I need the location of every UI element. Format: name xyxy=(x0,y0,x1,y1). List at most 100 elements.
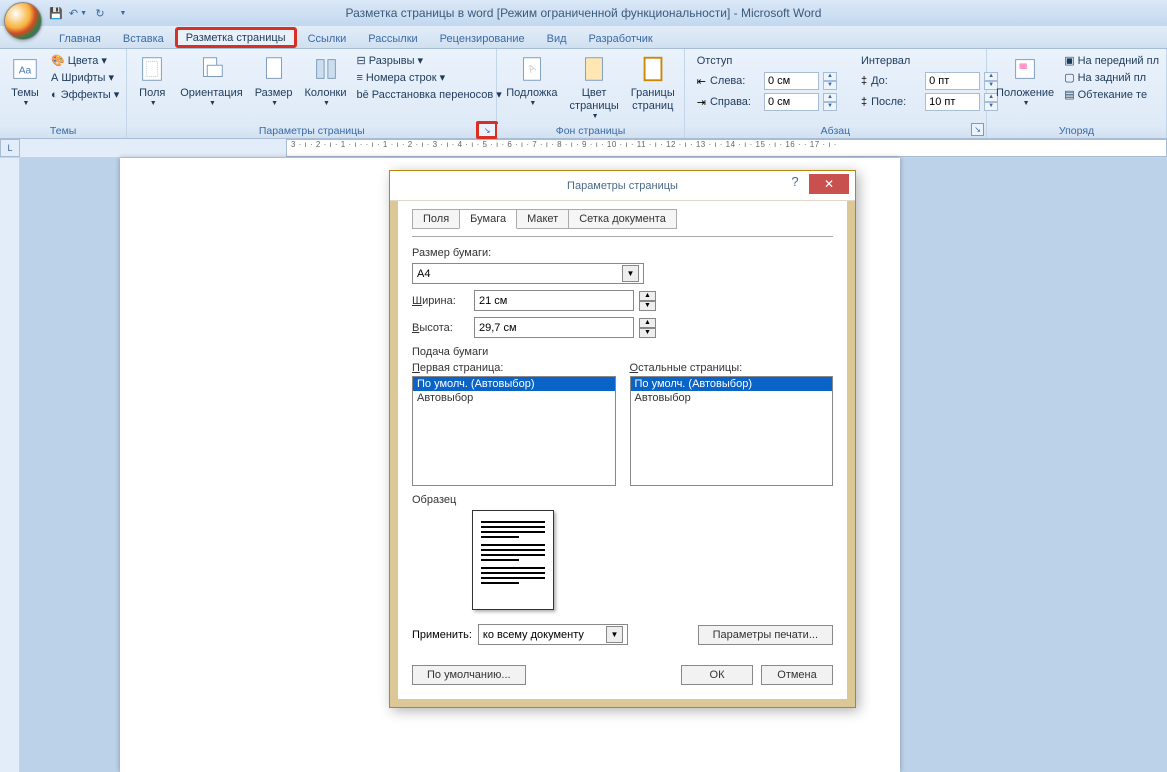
paragraph-launcher[interactable]: ↘ xyxy=(971,123,984,136)
wrap-icon: ▤ xyxy=(1064,88,1074,101)
tab-insert[interactable]: Вставка xyxy=(112,28,175,48)
theme-colors[interactable]: 🎨Цвета ▾ xyxy=(48,53,122,68)
dropdown-icon[interactable]: ▼ xyxy=(606,626,623,643)
group-paragraph: Отступ ⇤ Слева: ▲▼ ⇥ Справа: ▲▼ Интервал xyxy=(685,49,987,138)
undo-icon[interactable]: ↶▼ xyxy=(70,5,86,21)
dialog-close-button[interactable]: ✕ xyxy=(809,174,849,194)
print-options-button[interactable]: Параметры печати... xyxy=(698,625,833,645)
indent-left-icon: ⇤ xyxy=(697,75,706,88)
tab-references[interactable]: Ссылки xyxy=(297,28,358,48)
qat-dropdown-icon[interactable]: ▼ xyxy=(114,5,130,21)
tab-home[interactable]: Главная xyxy=(48,28,112,48)
tab-mailings[interactable]: Рассылки xyxy=(357,28,428,48)
first-page-listbox[interactable]: По умолч. (Автовыбор) Автовыбор xyxy=(412,376,616,486)
default-button[interactable]: По умолчанию... xyxy=(412,665,526,685)
tab-page-layout[interactable]: Разметка страницы xyxy=(175,27,297,48)
list-item[interactable]: По умолч. (Автовыбор) xyxy=(413,377,615,391)
page-borders-button[interactable]: Границы страниц xyxy=(626,51,680,115)
horizontal-ruler[interactable]: 3 · ı · 2 · ı · 1 · ı · · ı · 1 · ı · 2 … xyxy=(286,139,1167,157)
dialog-help-button[interactable]: ? xyxy=(783,174,807,194)
line-numbers-button[interactable]: ≡Номера строк ▾ xyxy=(354,70,505,85)
vertical-ruler[interactable] xyxy=(0,158,20,772)
colors-icon: 🎨 xyxy=(51,54,65,67)
dialog-tab-layout[interactable]: Макет xyxy=(516,209,569,229)
spacing-header: Интервал xyxy=(861,55,998,67)
indent-right-icon: ⇥ xyxy=(697,96,706,109)
cancel-button[interactable]: Отмена xyxy=(761,665,833,685)
dialog-tabs: Поля Бумага Макет Сетка документа xyxy=(412,209,833,229)
page-setup-launcher[interactable]: ↘ xyxy=(476,121,498,139)
height-input[interactable] xyxy=(474,317,634,338)
spin-up[interactable]: ▲ xyxy=(823,72,837,81)
orientation-icon xyxy=(195,53,227,85)
quick-access-toolbar: 💾 ↶▼ ↻ ▼ xyxy=(48,5,130,21)
orientation-button[interactable]: Ориентация▼ xyxy=(175,51,247,111)
spin-up[interactable]: ▲ xyxy=(639,291,656,301)
ok-button[interactable]: ОК xyxy=(681,665,753,685)
office-button[interactable] xyxy=(4,2,42,40)
paper-size-select[interactable]: A4 ▼ xyxy=(412,263,644,284)
tab-developer[interactable]: Разработчик xyxy=(578,28,664,48)
columns-button[interactable]: Колонки▼ xyxy=(300,51,352,111)
other-pages-listbox[interactable]: По умолч. (Автовыбор) Автовыбор xyxy=(630,376,834,486)
ribbon: Aa Темы▼ 🎨Цвета ▾ AШрифты ▾ ◐Эффекты ▾ Т… xyxy=(0,49,1167,139)
redo-icon[interactable]: ↻ xyxy=(92,5,108,21)
breaks-button[interactable]: ⊟Разрывы ▾ xyxy=(354,53,505,68)
title-bar: 💾 ↶▼ ↻ ▼ Разметка страницы в word [Режим… xyxy=(0,0,1167,26)
dialog-tab-grid[interactable]: Сетка документа xyxy=(568,209,677,229)
group-label-page-bg: Фон страницы xyxy=(497,124,683,138)
spin-down[interactable]: ▼ xyxy=(639,328,656,338)
dialog-tab-fields[interactable]: Поля xyxy=(412,209,460,229)
columns-icon xyxy=(310,53,342,85)
indent-left-input[interactable] xyxy=(764,72,819,90)
apply-label: Применить: xyxy=(412,629,472,641)
watermark-button[interactable]: AПодложка▼ xyxy=(501,51,562,111)
send-back[interactable]: ▢На задний пл xyxy=(1061,70,1162,85)
width-input[interactable] xyxy=(474,290,634,311)
indent-left: ⇤ Слева: ▲▼ xyxy=(697,72,837,90)
dialog-title-bar[interactable]: Параметры страницы ? ✕ xyxy=(390,171,855,201)
page-borders-icon xyxy=(637,53,669,85)
window-title: Разметка страницы в word [Режим ограниче… xyxy=(346,6,822,20)
spin-down[interactable]: ▼ xyxy=(823,102,837,111)
bring-front[interactable]: ▣На передний пл xyxy=(1061,53,1162,68)
margins-button[interactable]: Поля▼ xyxy=(131,51,173,111)
list-item[interactable]: По умолч. (Автовыбор) xyxy=(631,377,833,391)
dialog-tab-paper[interactable]: Бумага xyxy=(459,209,517,229)
save-icon[interactable]: 💾 xyxy=(48,5,64,21)
paper-feed-label: Подача бумаги xyxy=(412,346,833,358)
page-color-icon xyxy=(578,53,610,85)
indent-right-input[interactable] xyxy=(764,93,819,111)
front-icon: ▣ xyxy=(1064,54,1074,67)
ruler-corner[interactable]: L xyxy=(0,139,20,157)
spin-down[interactable]: ▼ xyxy=(639,301,656,311)
fonts-icon: A xyxy=(51,72,58,84)
theme-effects[interactable]: ◐Эффекты ▾ xyxy=(48,87,122,102)
tab-view[interactable]: Вид xyxy=(536,28,578,48)
spin-down[interactable]: ▼ xyxy=(823,81,837,90)
size-button[interactable]: Размер▼ xyxy=(250,51,298,111)
height-label: Высота: xyxy=(412,322,468,334)
list-item[interactable]: Автовыбор xyxy=(631,391,833,405)
spin-up[interactable]: ▲ xyxy=(639,318,656,328)
hyphenation-button[interactable]: bēРасстановка переносов ▾ xyxy=(354,87,505,102)
themes-icon: Aa xyxy=(9,53,41,85)
apply-to-select[interactable]: ко всему документу ▼ xyxy=(478,624,628,645)
spacing-after-input[interactable] xyxy=(925,93,980,111)
spacing-before-input[interactable] xyxy=(925,72,980,90)
group-label-page-setup: Параметры страницы xyxy=(127,124,496,138)
page-color-button[interactable]: Цвет страницы▼ xyxy=(565,51,624,124)
tab-review[interactable]: Рецензирование xyxy=(429,28,536,48)
dropdown-icon[interactable]: ▼ xyxy=(622,265,639,282)
svg-text:Aa: Aa xyxy=(19,66,32,77)
watermark-icon: A xyxy=(516,53,548,85)
theme-fonts[interactable]: AШрифты ▾ xyxy=(48,70,122,85)
group-page-setup: Поля▼ Ориентация▼ Размер▼ Колонки▼ ⊟Разр… xyxy=(127,49,497,138)
list-item[interactable]: Автовыбор xyxy=(413,391,615,405)
position-button[interactable]: Положение▼ xyxy=(991,51,1059,111)
breaks-icon: ⊟ xyxy=(357,54,366,67)
spin-up[interactable]: ▲ xyxy=(823,93,837,102)
text-wrap[interactable]: ▤Обтекание те xyxy=(1061,87,1162,102)
line-numbers-icon: ≡ xyxy=(357,72,363,84)
themes-button[interactable]: Aa Темы▼ xyxy=(4,51,46,111)
